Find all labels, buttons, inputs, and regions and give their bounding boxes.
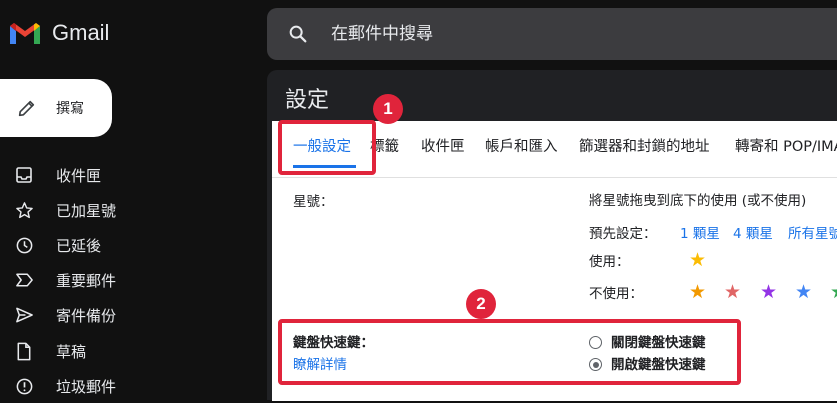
- tab-accounts-import[interactable]: 帳戶和匯入: [485, 135, 558, 156]
- nav-item-spam[interactable]: 垃圾郵件: [0, 369, 260, 403]
- send-icon: [14, 305, 34, 325]
- nav-item-label: 寄件備份: [56, 306, 117, 325]
- nav-item-starred[interactable]: 已加星號: [0, 193, 260, 227]
- stars-setting-label: 星號：: [293, 194, 334, 210]
- annotation-box-1: [278, 120, 376, 175]
- preset-all-stars-link[interactable]: 所有星號: [788, 222, 837, 242]
- nav-item-snoozed[interactable]: 已延後: [0, 228, 260, 262]
- preset-1-star-link[interactable]: 1 顆星: [680, 222, 720, 242]
- search-icon[interactable]: [287, 23, 309, 45]
- orange-star-icon[interactable]: ★: [689, 281, 706, 303]
- important-icon: [14, 270, 34, 290]
- not-in-use-label: 不使用：: [589, 286, 643, 302]
- pencil-icon: [18, 100, 35, 117]
- page-title: 設定: [285, 88, 330, 113]
- spam-icon: [14, 376, 34, 396]
- tab-filters-blocked[interactable]: 篩選器和封鎖的地址: [579, 135, 710, 156]
- tab-forwarding-pop-imap[interactable]: 轉寄和 POP/IMAP: [735, 135, 837, 156]
- purple-star-icon[interactable]: ★: [760, 281, 777, 303]
- tab-inbox[interactable]: 收件匣: [421, 135, 465, 156]
- tab-divider: [272, 177, 837, 178]
- search-bar[interactable]: [267, 8, 837, 60]
- clock-icon: [14, 235, 34, 255]
- nav-item-label: 收件匣: [56, 166, 102, 185]
- green-star-icon[interactable]: ★: [830, 281, 837, 303]
- in-use-label: 使用：: [589, 254, 630, 270]
- gmail-logo[interactable]: Gmail: [8, 20, 109, 46]
- preset-4-stars-link[interactable]: 4 顆星: [733, 222, 773, 242]
- blue-star-icon[interactable]: ★: [795, 281, 812, 303]
- inbox-icon: [14, 165, 34, 185]
- nav-item-label: 草稿: [56, 342, 87, 361]
- nav-item-sent[interactable]: 寄件備份: [0, 298, 260, 332]
- yellow-star-icon[interactable]: ★: [689, 249, 706, 271]
- annotation-badge-1: 1: [373, 94, 403, 124]
- compose-button[interactable]: 撰寫: [0, 79, 112, 137]
- nav-item-label: 垃圾郵件: [56, 377, 117, 396]
- nav-item-label: 已加星號: [56, 201, 117, 220]
- draft-icon: [14, 341, 34, 361]
- nav-item-label: 重要郵件: [56, 271, 117, 290]
- presets-label: 預先設定：: [589, 226, 657, 242]
- nav-item-important[interactable]: 重要郵件: [0, 263, 260, 297]
- stars-description: 將星號拖曳到底下的使用 (或不使用): [589, 193, 807, 209]
- nav-item-label: 已延後: [56, 236, 102, 255]
- gmail-m-icon: [10, 23, 40, 44]
- nav-item-inbox[interactable]: 收件匣: [0, 158, 260, 192]
- star-icon: [14, 200, 34, 220]
- nav-item-drafts[interactable]: 草稿: [0, 334, 260, 368]
- annotation-badge-2: 2: [466, 289, 496, 319]
- gmail-wordmark: Gmail: [52, 20, 110, 45]
- compose-label: 撰寫: [56, 101, 84, 117]
- annotation-box-2: [278, 319, 741, 385]
- red-star-icon[interactable]: ★: [724, 281, 741, 303]
- search-input[interactable]: [329, 23, 733, 45]
